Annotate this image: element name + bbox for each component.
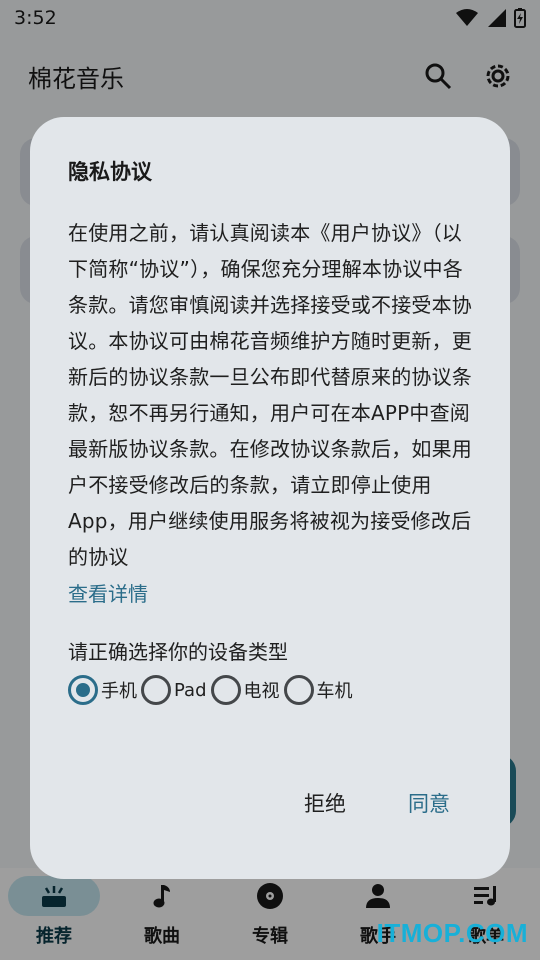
- device-option-tv[interactable]: 电视: [210, 675, 280, 705]
- dialog-body: 在使用之前，请认真阅读本《用户协议》（以下简称“协议”），确保您充分理解本协议中…: [68, 221, 472, 569]
- device-type-prompt: 请正确选择你的设备类型: [68, 640, 288, 664]
- radio-button[interactable]: [283, 675, 314, 705]
- radio-label: 电视: [243, 681, 280, 702]
- radio-button[interactable]: [68, 675, 98, 705]
- agree-button[interactable]: 同意: [408, 789, 450, 819]
- view-details-link[interactable]: 查看详情: [68, 577, 148, 611]
- device-radio-group: 手机 Pad 电视 车机: [68, 675, 472, 705]
- radio-button[interactable]: [141, 675, 171, 705]
- device-option-car[interactable]: 车机: [283, 675, 353, 705]
- radio-label: 手机: [101, 681, 137, 702]
- radio-label: Pad: [174, 679, 207, 701]
- privacy-dialog: 隐私协议 在使用之前，请认真阅读本《用户协议》（以下简称“协议”），确保您充分理…: [30, 117, 510, 879]
- radio-label: 车机: [316, 681, 353, 702]
- radio-button[interactable]: [210, 675, 241, 705]
- dialog-actions: 拒绝 同意: [304, 789, 450, 819]
- reject-button[interactable]: 拒绝: [304, 789, 346, 819]
- device-option-pad[interactable]: Pad: [141, 675, 207, 705]
- dialog-title: 隐私协议: [68, 160, 152, 184]
- device-option-phone[interactable]: 手机: [68, 675, 137, 705]
- watermark: ITMOP.COM: [376, 918, 528, 948]
